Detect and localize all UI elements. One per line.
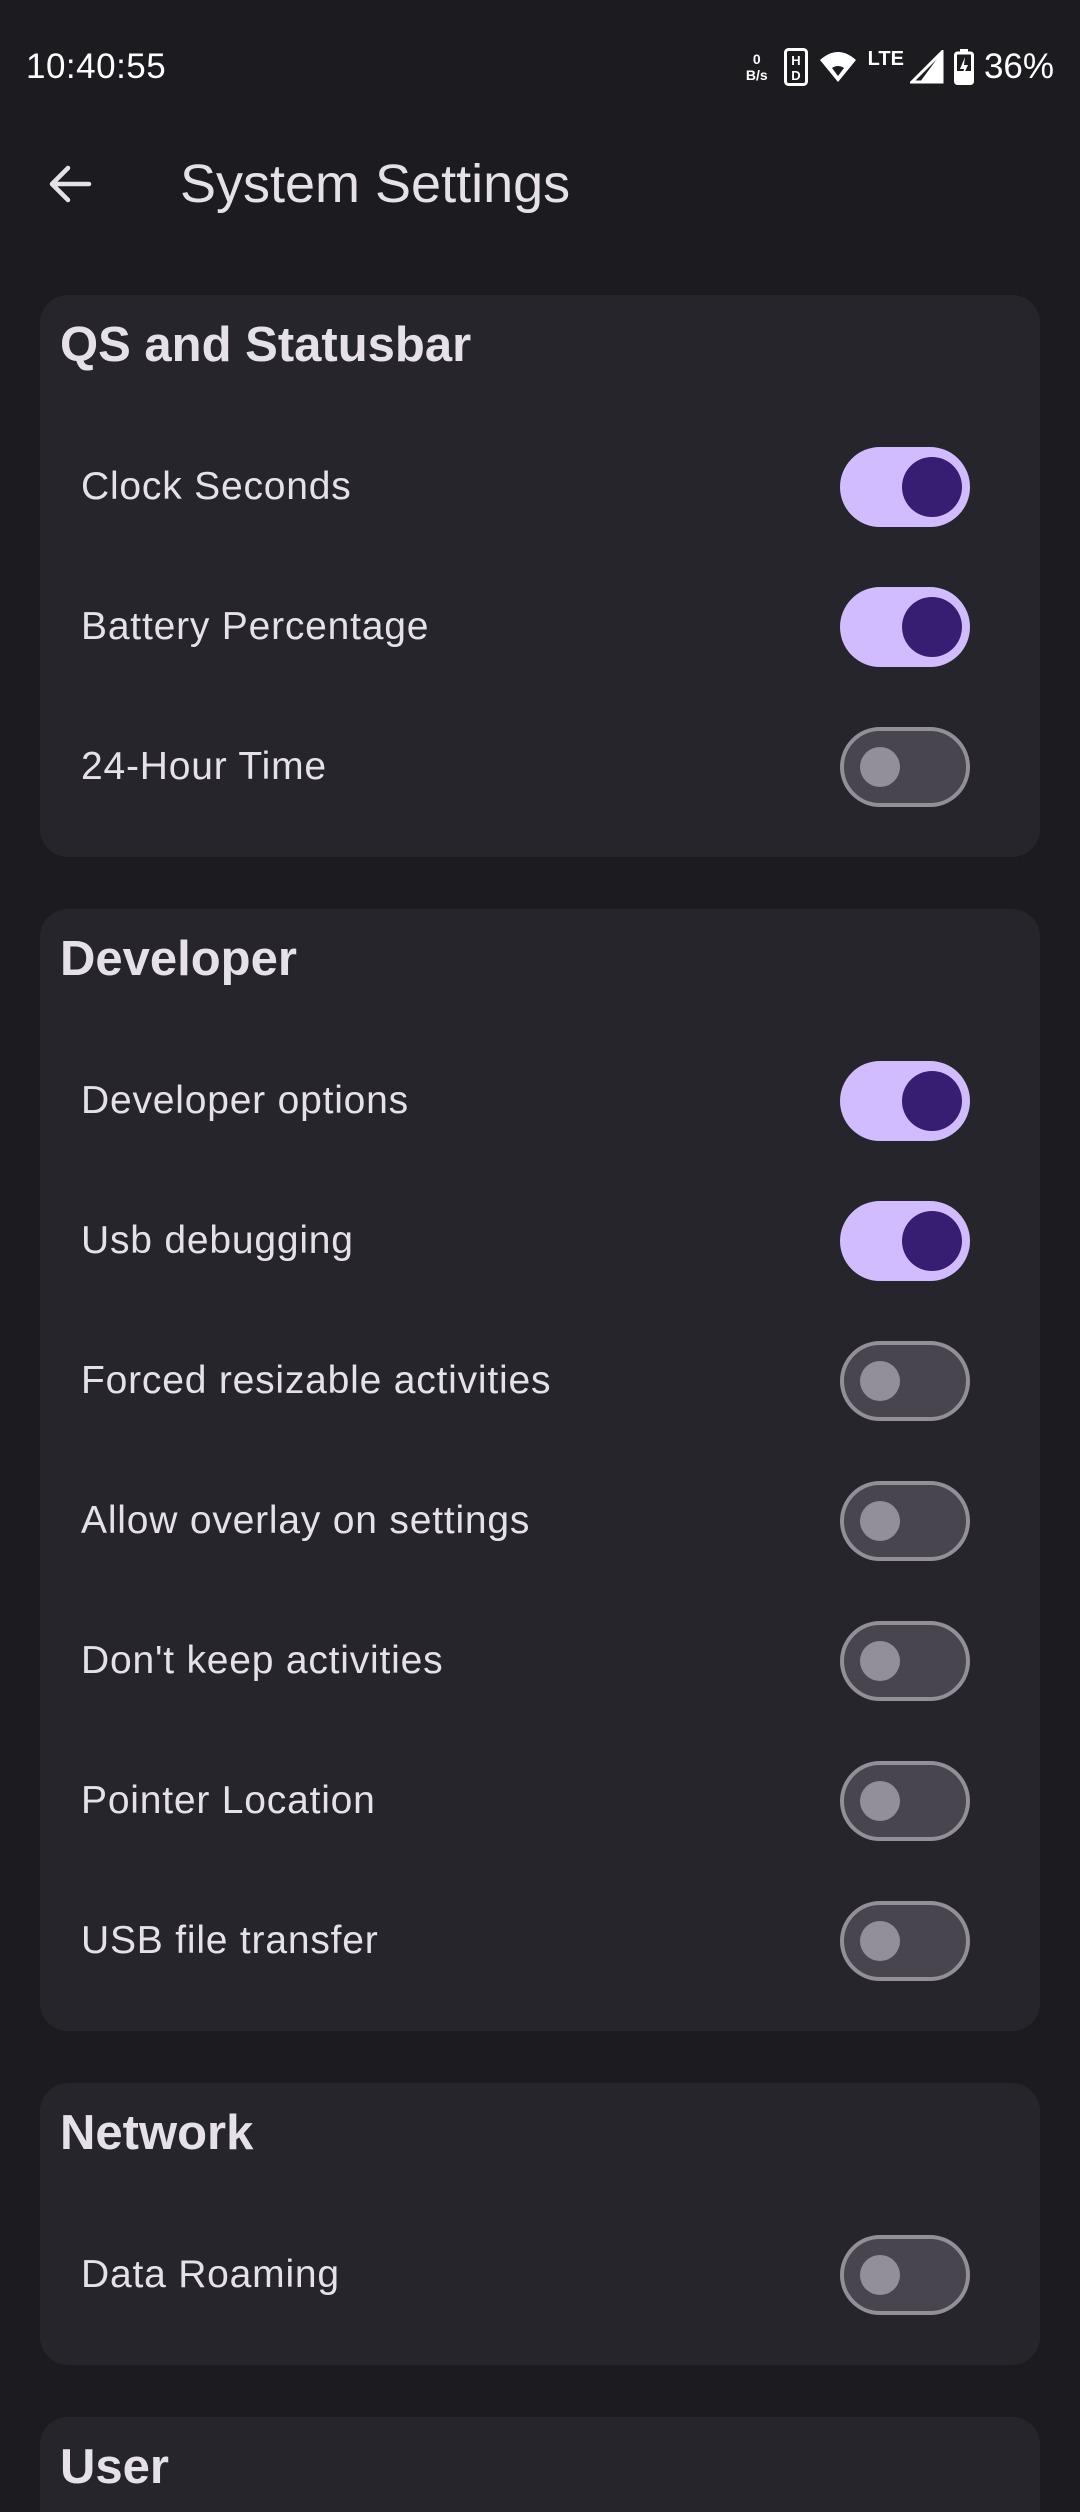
app-bar: System Settings: [0, 134, 1080, 234]
arrow-back-icon: [49, 165, 92, 203]
cellular-signal-icon: [909, 50, 944, 84]
forced-resizable-activities-toggle[interactable]: [840, 1341, 970, 1421]
battery-percentage: 36%: [983, 47, 1054, 86]
battery-charging-icon: [953, 49, 974, 85]
battery-percentage-toggle[interactable]: [840, 587, 970, 667]
setting-developer-options[interactable]: Developer options: [40, 1031, 1040, 1171]
setting-label: Developer options: [81, 1079, 409, 1122]
toggle-thumb: [860, 1501, 900, 1541]
toggle-thumb: [860, 1641, 900, 1681]
allow-overlay-on-settings-toggle[interactable]: [840, 1481, 970, 1561]
setting-24-hour-time[interactable]: 24-Hour Time: [40, 697, 1040, 837]
setting-label: Clock Seconds: [81, 465, 352, 508]
status-bar: 10:40:55 0 B/s H D LTE 36%: [0, 0, 1080, 134]
settings-list[interactable]: QS and Statusbar Clock Seconds Battery P…: [40, 295, 1040, 2512]
setting-label: Don't keep activities: [81, 1639, 444, 1682]
section-title: User: [60, 2440, 169, 2494]
back-button[interactable]: [22, 136, 118, 232]
data-roaming-toggle[interactable]: [840, 2235, 970, 2315]
setting-data-roaming[interactable]: Data Roaming: [40, 2205, 1040, 2345]
setting-label: Pointer Location: [81, 1779, 376, 1822]
toggle-thumb: [902, 1071, 962, 1131]
24-hour-time-toggle[interactable]: [840, 727, 970, 807]
page-title: System Settings: [180, 154, 571, 214]
usb-debugging-toggle[interactable]: [840, 1201, 970, 1281]
section-title: QS and Statusbar: [60, 318, 472, 372]
section-user: User: [40, 2417, 1040, 2512]
setting-usb-debugging[interactable]: Usb debugging: [40, 1171, 1040, 1311]
svg-text:D: D: [791, 68, 800, 83]
developer-options-toggle[interactable]: [840, 1061, 970, 1141]
setting-label: Data Roaming: [81, 2253, 340, 2296]
status-icons: 0 B/s H D LTE 36%: [746, 47, 1054, 87]
setting-dont-keep-activities[interactable]: Don't keep activities: [40, 1591, 1040, 1731]
hd-voice-icon: H D: [783, 48, 808, 86]
clock-seconds-toggle[interactable]: [840, 447, 970, 527]
toggle-thumb: [860, 1781, 900, 1821]
toggle-thumb: [902, 457, 962, 517]
usb-file-transfer-toggle[interactable]: [840, 1901, 970, 1981]
toggle-thumb: [860, 2255, 900, 2295]
pointer-location-toggle[interactable]: [840, 1761, 970, 1841]
setting-label: Usb debugging: [81, 1219, 354, 1262]
status-time: 10:40:55: [26, 47, 167, 86]
setting-label: Allow overlay on settings: [81, 1499, 531, 1542]
toggle-thumb: [902, 1211, 962, 1271]
section-network: Network Data Roaming: [40, 2083, 1040, 2365]
lte-indicator: LTE: [867, 47, 904, 70]
setting-battery-percentage[interactable]: Battery Percentage: [40, 557, 1040, 697]
setting-allow-overlay-on-settings[interactable]: Allow overlay on settings: [40, 1451, 1040, 1591]
setting-usb-file-transfer[interactable]: USB file transfer: [40, 1871, 1040, 2011]
setting-pointer-location[interactable]: Pointer Location: [40, 1731, 1040, 1871]
toggle-thumb: [860, 1361, 900, 1401]
svg-text:H: H: [791, 53, 800, 68]
network-speed-indicator: 0 B/s: [746, 51, 768, 83]
section-title: Network: [60, 2106, 254, 2160]
setting-label: Battery Percentage: [81, 605, 430, 648]
toggle-thumb: [860, 1921, 900, 1961]
toggle-thumb: [902, 597, 962, 657]
network-speed-unit: B/s: [745, 67, 768, 83]
section-title: Developer: [60, 932, 297, 986]
dont-keep-activities-toggle[interactable]: [840, 1621, 970, 1701]
section-developer: Developer Developer options Usb debuggin…: [40, 909, 1040, 2031]
toggle-thumb: [860, 747, 900, 787]
network-speed-value: 0: [752, 51, 761, 67]
section-qs-statusbar: QS and Statusbar Clock Seconds Battery P…: [40, 295, 1040, 857]
setting-label: 24-Hour Time: [81, 745, 327, 788]
setting-label: USB file transfer: [81, 1919, 379, 1962]
setting-forced-resizable-activities[interactable]: Forced resizable activities: [40, 1311, 1040, 1451]
wifi-icon: [818, 50, 858, 84]
setting-clock-seconds[interactable]: Clock Seconds: [40, 417, 1040, 557]
setting-label: Forced resizable activities: [81, 1359, 552, 1402]
